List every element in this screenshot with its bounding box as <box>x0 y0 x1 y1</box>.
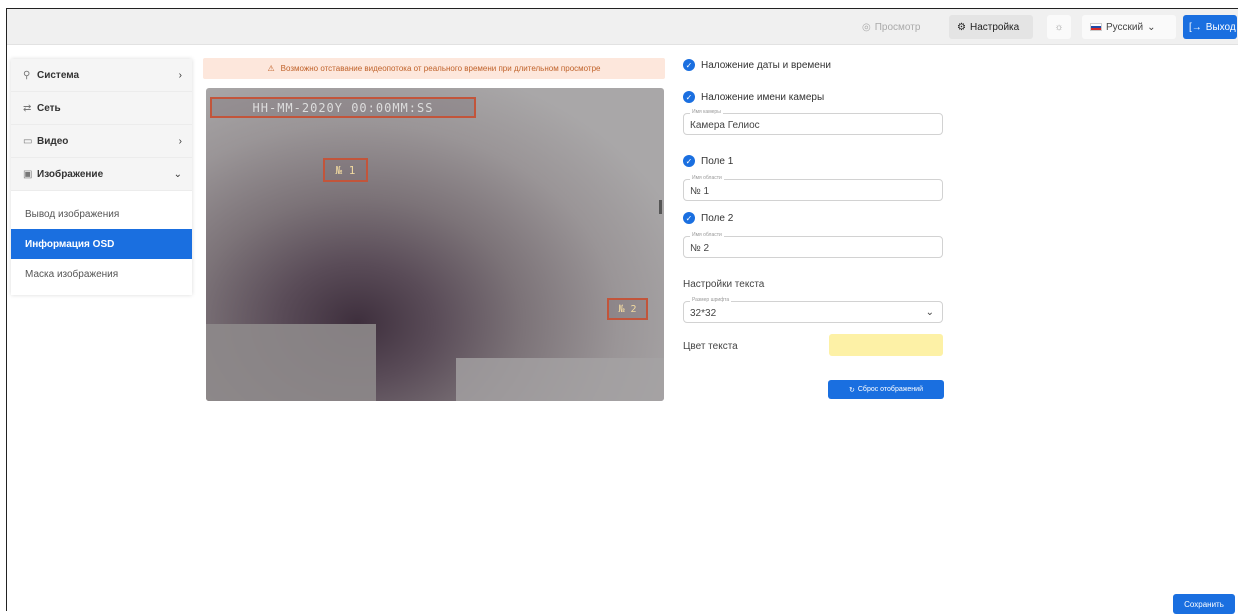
image-icon: ▣ <box>23 168 33 180</box>
camera-icon: ◎ <box>862 21 871 33</box>
chevron-down-icon: ⌄ <box>1147 21 1156 33</box>
sidebar-item-image[interactable]: ▣ Изображение ⌄ <box>11 158 192 191</box>
warning-icon: ⚠ <box>267 64 275 73</box>
field-label: Имя камеры <box>690 109 723 115</box>
chevron-down-icon: ⌄ <box>173 168 182 180</box>
settings-tab-label: Настройка <box>969 21 1020 33</box>
wrench-icon: ⚲ <box>23 69 31 81</box>
gear-icon: ⚙ <box>957 21 966 33</box>
datetime-overlay-checkbox[interactable]: ✓ Наложение даты и времени <box>683 59 831 71</box>
field-label: Имя области <box>690 232 724 238</box>
reset-button-label: Сброс отображений <box>857 386 923 393</box>
check-icon: ✓ <box>683 155 695 167</box>
sidebar-subitem-image-mask[interactable]: Маска изображения <box>11 259 192 289</box>
logout-icon: [→ <box>1189 21 1202 33</box>
logout-label: Выход <box>1205 21 1236 33</box>
video-blur-region <box>206 324 376 401</box>
field1-checkbox[interactable]: ✓ Поле 1 <box>683 155 733 167</box>
camera-name-field[interactable]: Имя камеры Камера Гелиос <box>683 109 943 135</box>
field2-checkbox[interactable]: ✓ Поле 2 <box>683 212 733 224</box>
field-label: Имя области <box>690 175 724 181</box>
sidebar-item-label: Изображение <box>37 168 104 180</box>
camera-name-overlay-checkbox[interactable]: ✓ Наложение имени камеры <box>683 91 824 103</box>
field-value: 32*32 <box>690 308 717 319</box>
settings-tab[interactable]: ⚙ Настройка <box>949 15 1033 39</box>
field2-area-input[interactable]: Имя области № 2 <box>683 232 943 258</box>
field-label: Размер шрифта <box>690 297 732 303</box>
video-scroll-marker <box>659 200 662 214</box>
chevron-down-icon: ⌄ <box>925 307 934 318</box>
text-settings-heading: Настройки текста <box>683 279 765 290</box>
sidebar-item-label: Система <box>37 69 80 81</box>
sidebar: ⚲ Система › ⇄ Сеть ▭ Видео › ▣ Изображен… <box>11 59 192 295</box>
sidebar-item-label: Сеть <box>37 102 61 114</box>
checkbox-label: Поле 2 <box>701 212 734 224</box>
sun-icon: ☼ <box>1054 21 1064 33</box>
sidebar-item-label: Видео <box>37 135 69 147</box>
refresh-icon: ↻ <box>849 386 855 394</box>
sidebar-subitem-label: Маска изображения <box>25 268 119 280</box>
warning-banner: ⚠ Возможно отставание видеопотока от реа… <box>203 58 665 79</box>
check-icon: ✓ <box>683 59 695 71</box>
theme-toggle-button[interactable]: ☼ <box>1047 15 1071 39</box>
field-value: № 2 <box>690 243 710 254</box>
font-size-select[interactable]: Размер шрифта 32*32 ⌄ <box>683 297 943 323</box>
field1-area-input[interactable]: Имя области № 1 <box>683 175 943 201</box>
checkbox-label: Наложение имени камеры <box>701 91 825 103</box>
reset-overlays-button[interactable]: ↻ Сброс отображений <box>828 380 944 399</box>
sidebar-subitem-osd-info[interactable]: Информация OSD <box>11 229 192 259</box>
sidebar-subitem-image-output[interactable]: Вывод изображения <box>11 199 192 229</box>
checkbox-label: Поле 1 <box>701 155 734 167</box>
app-frame: ◎ Просмотр ⚙ Настройка ☼ Русский ⌄ [→ Вы… <box>6 8 1238 614</box>
warning-text: Возможно отставание видеопотока от реаль… <box>280 64 601 73</box>
save-button[interactable]: Сохранить <box>1173 594 1235 614</box>
osd-field1-box[interactable]: № 1 <box>323 158 368 182</box>
field-value: Камера Гелиос <box>690 120 760 131</box>
text-color-picker[interactable] <box>829 334 943 356</box>
sidebar-subitem-label: Информация OSD <box>25 238 115 250</box>
check-icon: ✓ <box>683 212 695 224</box>
chevron-right-icon: › <box>178 135 182 147</box>
network-icon: ⇄ <box>23 102 32 114</box>
language-label: Русский <box>1106 21 1144 33</box>
field-value: № 1 <box>690 186 710 197</box>
sidebar-subitem-label: Вывод изображения <box>25 208 120 220</box>
sidebar-item-video[interactable]: ▭ Видео › <box>11 125 192 158</box>
preview-tab-label: Просмотр <box>874 21 921 33</box>
preview-tab[interactable]: ◎ Просмотр <box>862 18 920 36</box>
check-icon: ✓ <box>683 91 695 103</box>
language-select[interactable]: Русский ⌄ <box>1082 15 1176 39</box>
sidebar-item-system[interactable]: ⚲ Система › <box>11 59 192 92</box>
video-icon: ▭ <box>23 135 33 147</box>
chevron-right-icon: › <box>178 69 182 81</box>
video-preview: HH-MM-2020Y 00:00MM:SS № 1 № 2 <box>206 88 664 401</box>
osd-datetime-box[interactable]: HH-MM-2020Y 00:00MM:SS <box>210 97 476 118</box>
top-bar: ◎ Просмотр ⚙ Настройка ☼ Русский ⌄ [→ Вы… <box>7 9 1238 45</box>
checkbox-label: Наложение даты и времени <box>701 59 831 71</box>
sidebar-item-network[interactable]: ⇄ Сеть <box>11 92 192 125</box>
logout-button[interactable]: [→ Выход <box>1183 15 1237 39</box>
text-color-label: Цвет текста <box>683 341 738 352</box>
osd-field2-box[interactable]: № 2 <box>607 298 648 320</box>
flag-ru-icon <box>1090 23 1102 31</box>
video-blur-region <box>456 358 664 401</box>
